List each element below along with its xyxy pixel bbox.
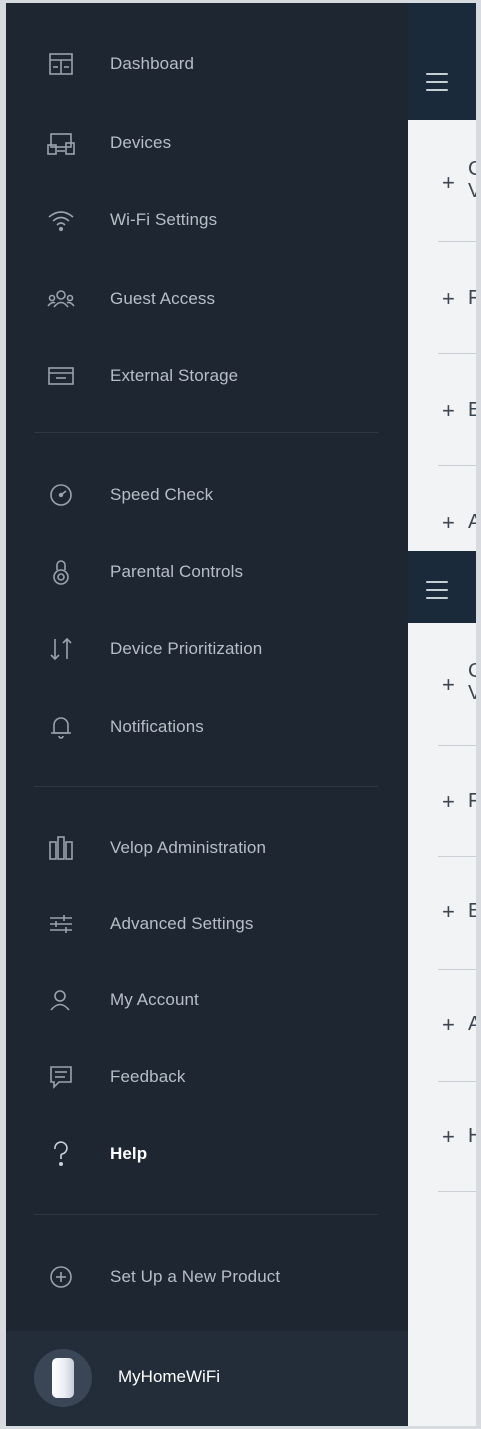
nav-divider xyxy=(34,432,378,433)
row-divider xyxy=(438,745,476,746)
nav-item-guest-access[interactable]: Guest Access xyxy=(6,271,408,327)
faq-row-text: F xyxy=(468,287,476,309)
faq-row-text: C V xyxy=(468,158,476,202)
expand-icon[interactable]: + xyxy=(442,286,455,312)
faq-row-text: E xyxy=(468,900,476,922)
speed-check-icon xyxy=(46,480,76,510)
top-app-bar-2 xyxy=(406,551,476,623)
nav-item-label: Dashboard xyxy=(110,54,195,73)
expand-icon[interactable]: + xyxy=(442,672,455,698)
nav-item-dashboard[interactable]: Dashboard xyxy=(6,36,408,92)
nav-item-notifications[interactable]: Notifications xyxy=(6,699,408,755)
feedback-icon xyxy=(46,1062,76,1092)
velop-node-avatar xyxy=(34,1349,92,1407)
row-divider xyxy=(438,1081,476,1082)
network-name: MyHomeWiFi xyxy=(118,1367,220,1386)
velop-node-image xyxy=(52,1358,74,1398)
nav-item-set-up-new-product[interactable]: Set Up a New Product xyxy=(6,1249,408,1305)
bell-icon xyxy=(46,712,76,742)
network-footer[interactable]: MyHomeWiFi xyxy=(6,1331,408,1426)
nav-item-label: Advanced Settings xyxy=(110,914,254,933)
expand-icon[interactable]: + xyxy=(442,899,455,925)
velop-admin-icon xyxy=(46,833,76,863)
add-circle-icon xyxy=(46,1262,76,1292)
row-divider xyxy=(438,465,476,466)
nav-item-help[interactable]: Help xyxy=(6,1126,408,1182)
expand-icon[interactable]: + xyxy=(442,1012,455,1038)
sliders-icon xyxy=(46,909,76,939)
expand-icon[interactable]: + xyxy=(442,1124,455,1150)
nav-item-device-prioritization[interactable]: Device Prioritization xyxy=(6,621,408,677)
help-icon xyxy=(46,1139,76,1169)
row-divider xyxy=(438,353,476,354)
row-divider xyxy=(438,969,476,970)
top-app-bar xyxy=(406,3,476,120)
nav-item-label: Set Up a New Product xyxy=(110,1267,281,1286)
navigation-drawer: Dashboard Devices Wi-Fi Settings Guest A… xyxy=(6,3,408,1426)
nav-item-wifi-settings[interactable]: Wi-Fi Settings xyxy=(6,192,408,248)
expand-icon[interactable]: + xyxy=(442,789,455,815)
guest-access-icon xyxy=(46,284,76,314)
nav-item-label: Notifications xyxy=(110,717,204,736)
faq-row-text: A xyxy=(468,511,476,533)
row-divider xyxy=(438,1191,476,1192)
nav-divider xyxy=(34,786,378,787)
external-storage-icon xyxy=(46,361,76,391)
faq-row[interactable]: + H xyxy=(406,1121,476,1161)
expand-icon[interactable]: + xyxy=(442,398,455,424)
nav-item-label: Speed Check xyxy=(110,485,214,504)
faq-row[interactable]: + F xyxy=(406,283,476,323)
nav-item-label: Velop Administration xyxy=(110,838,267,857)
faq-row[interactable]: + E xyxy=(406,896,476,936)
user-icon xyxy=(46,985,76,1015)
nav-item-advanced-settings[interactable]: Advanced Settings xyxy=(6,896,408,952)
expand-icon[interactable]: + xyxy=(442,170,455,196)
faq-row[interactable]: + A xyxy=(406,507,476,547)
nav-item-label: My Account xyxy=(110,990,199,1009)
faq-row-text: F xyxy=(468,790,476,812)
nav-item-label: Feedback xyxy=(110,1067,186,1086)
nav-item-velop-administration[interactable]: Velop Administration xyxy=(6,820,408,876)
nav-item-feedback[interactable]: Feedback xyxy=(6,1049,408,1105)
app-screen: + C V + F + E + A + C V + F + E + A + H xyxy=(6,3,476,1426)
nav-item-parental-controls[interactable]: Parental Controls xyxy=(6,544,408,600)
nav-item-label: Guest Access xyxy=(110,289,216,308)
nav-item-label: Parental Controls xyxy=(110,562,244,581)
faq-row[interactable]: + E xyxy=(406,395,476,435)
faq-row[interactable]: + A xyxy=(406,1009,476,1049)
parental-controls-icon xyxy=(46,557,76,587)
faq-row-text: H xyxy=(468,1125,476,1147)
nav-item-label: Wi-Fi Settings xyxy=(110,210,218,229)
devices-icon xyxy=(46,128,76,158)
nav-divider xyxy=(34,1214,378,1215)
nav-item-my-account[interactable]: My Account xyxy=(6,972,408,1028)
faq-row[interactable]: + F xyxy=(406,786,476,826)
dashboard-icon xyxy=(46,49,76,79)
faq-row-text: C V xyxy=(468,660,476,704)
nav-item-speed-check[interactable]: Speed Check xyxy=(6,467,408,523)
faq-row[interactable]: + C V xyxy=(406,153,476,233)
hamburger-menu-icon[interactable] xyxy=(426,581,448,605)
hamburger-menu-icon[interactable] xyxy=(426,73,448,97)
nav-item-label: Help xyxy=(110,1144,148,1163)
row-divider xyxy=(438,241,476,242)
faq-row-text: A xyxy=(468,1013,476,1035)
faq-row[interactable]: + C V xyxy=(406,655,476,735)
device-prioritization-icon xyxy=(46,634,76,664)
expand-icon[interactable]: + xyxy=(442,510,455,536)
wifi-icon xyxy=(46,205,76,235)
nav-item-devices[interactable]: Devices xyxy=(6,115,408,171)
nav-item-label: External Storage xyxy=(110,366,239,385)
nav-item-label: Devices xyxy=(110,133,172,152)
nav-item-external-storage[interactable]: External Storage xyxy=(6,348,408,404)
nav-item-label: Device Prioritization xyxy=(110,639,263,658)
faq-row-text: E xyxy=(468,399,476,421)
row-divider xyxy=(438,856,476,857)
